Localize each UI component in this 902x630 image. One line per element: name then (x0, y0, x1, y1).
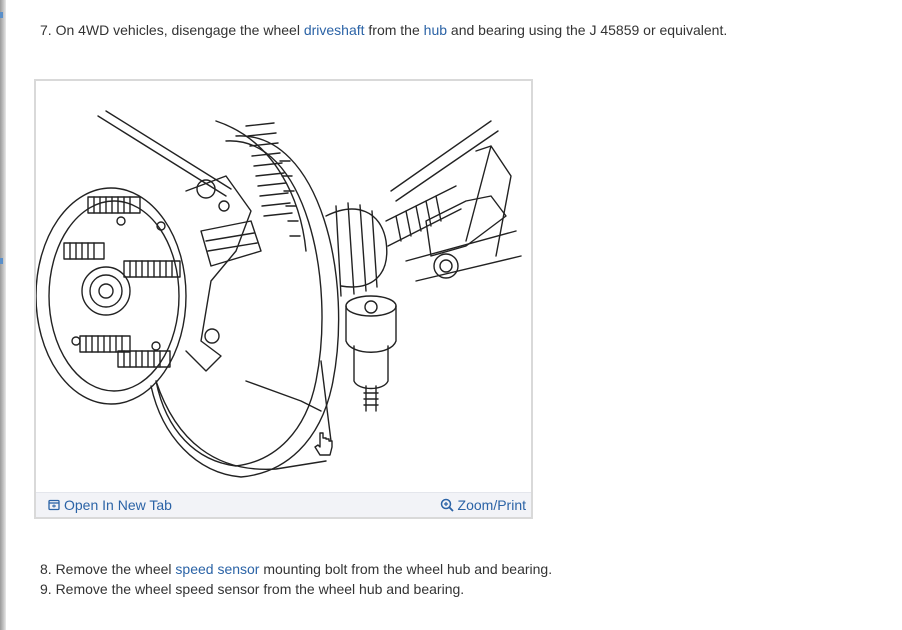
speed-sensor-link[interactable]: speed sensor (175, 561, 259, 577)
step-7-text: 7. On 4WD vehicles, disengage the wheel (40, 22, 304, 38)
step-8-text: 8. Remove the wheel (40, 561, 176, 577)
open-in-new-tab-label: Open In New Tab (64, 497, 172, 513)
zoom-print-label: Zoom/Print (457, 497, 526, 513)
left-edge-marker (0, 258, 3, 264)
step-8-text: mounting bolt from the wheel hub and bea… (259, 561, 553, 577)
step-9: 9. Remove the wheel speed sensor from th… (40, 579, 464, 599)
step-7: 7. On 4WD vehicles, disengage the wheel … (40, 20, 727, 40)
left-edge-marker (0, 12, 3, 18)
open-new-tab-icon (48, 499, 60, 511)
left-edge-bar (0, 0, 6, 630)
step-7-text: and bearing using the J 45859 or equival… (447, 22, 728, 38)
hand-cursor-icon (314, 432, 333, 456)
zoom-print-button[interactable]: Zoom/Print (440, 497, 526, 513)
open-in-new-tab-button[interactable]: Open In New Tab (48, 497, 172, 513)
zoom-in-icon (440, 498, 454, 512)
hub-link[interactable]: hub (424, 22, 447, 38)
step-9-text: 9. Remove the wheel speed sensor from th… (40, 581, 465, 597)
driveshaft-link[interactable]: driveshaft (304, 22, 365, 38)
illustration-frame: Open In New Tab Zoom/Print (34, 79, 533, 519)
illustration-toolbar: Open In New Tab Zoom/Print (36, 492, 531, 517)
step-7-text: from the (364, 22, 424, 38)
wheel-hub-illustration[interactable] (36, 81, 531, 493)
step-8: 8. Remove the wheel speed sensor mountin… (40, 559, 552, 579)
